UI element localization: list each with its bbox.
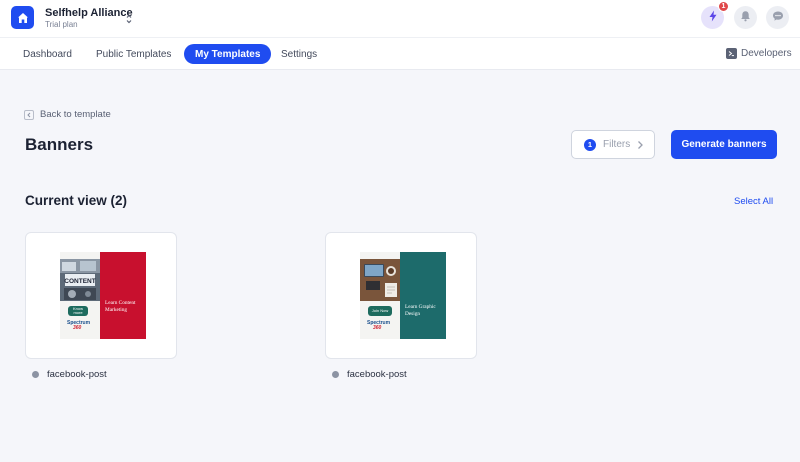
notification-badge: 1 — [718, 1, 729, 12]
page-title: Banners — [25, 135, 94, 154]
home-icon[interactable] — [11, 6, 34, 29]
banner-headline: Learn Graphic Design — [405, 304, 436, 317]
filters-button[interactable]: 1 Filters — [571, 130, 655, 159]
tab-settings[interactable]: Settings — [270, 44, 328, 64]
banner-cta: Know more — [68, 306, 88, 316]
chat-icon — [772, 9, 784, 27]
banner-label: facebook-post — [332, 369, 407, 380]
status-dot — [332, 371, 339, 378]
banner-card[interactable]: Join Now Spectrum 360 Learn Graphic Desi… — [325, 232, 477, 359]
chevron-right-icon — [636, 139, 644, 151]
tab-public-templates[interactable]: Public Templates — [85, 44, 182, 64]
notifications-button[interactable] — [734, 6, 757, 29]
tab-my-templates[interactable]: My Templates — [184, 44, 272, 64]
banner-name: facebook-post — [347, 369, 407, 380]
banner-card[interactable]: CONTENT Know more Spectrum 360 Learn Con… — [25, 232, 177, 359]
banner-accent-panel: Learn Graphic Design — [400, 252, 446, 339]
banner-accent-panel: Learn Content Marketing — [100, 252, 146, 339]
org-name[interactable]: Selfhelp Alliance — [45, 7, 133, 19]
banner-thumbnail: CONTENT Know more Spectrum 360 Learn Con… — [60, 252, 146, 339]
banner-thumbnail-left: Join Now Spectrum 360 — [360, 252, 400, 339]
nav-bar: Dashboard Public Templates My Templates … — [0, 37, 800, 70]
developers-label: Developers — [741, 48, 792, 59]
filters-count-badge: 1 — [584, 138, 596, 151]
banner-name: facebook-post — [47, 369, 107, 380]
back-to-template-link[interactable]: Back to template — [24, 109, 111, 120]
banner-headline: Learn Content Marketing — [105, 300, 136, 313]
top-bar: Selfhelp Alliance Trial plan 1 — [0, 0, 800, 37]
developers-link[interactable]: Developers — [726, 48, 792, 59]
brand-logo: Spectrum 360 — [367, 320, 391, 331]
back-label: Back to template — [40, 109, 111, 120]
terminal-icon — [726, 48, 737, 59]
banner-cta: Join Now — [368, 306, 392, 316]
tab-dashboard[interactable]: Dashboard — [12, 44, 83, 64]
desk-photo — [360, 259, 400, 301]
banner-label: facebook-post — [32, 369, 107, 380]
generate-banners-button[interactable]: Generate banners — [671, 130, 777, 159]
messages-button[interactable] — [766, 6, 789, 29]
content-photo: CONTENT — [60, 259, 100, 301]
banner-thumbnail: Join Now Spectrum 360 Learn Graphic Desi… — [360, 252, 446, 339]
photo-caption: CONTENT — [64, 278, 95, 285]
lightning-icon — [708, 9, 718, 27]
brand-logo: Spectrum 360 — [67, 320, 91, 331]
status-dot — [32, 371, 39, 378]
org-plan: Trial plan — [45, 20, 78, 29]
select-all-link[interactable]: Select All — [734, 196, 773, 207]
filters-label: Filters — [603, 139, 631, 150]
chevron-up-down-icon[interactable] — [125, 12, 133, 24]
banner-thumbnail-left: CONTENT Know more Spectrum 360 — [60, 252, 100, 339]
section-title: Current view (2) — [25, 193, 128, 208]
chevron-left-icon — [24, 109, 34, 120]
bell-icon — [740, 9, 751, 27]
